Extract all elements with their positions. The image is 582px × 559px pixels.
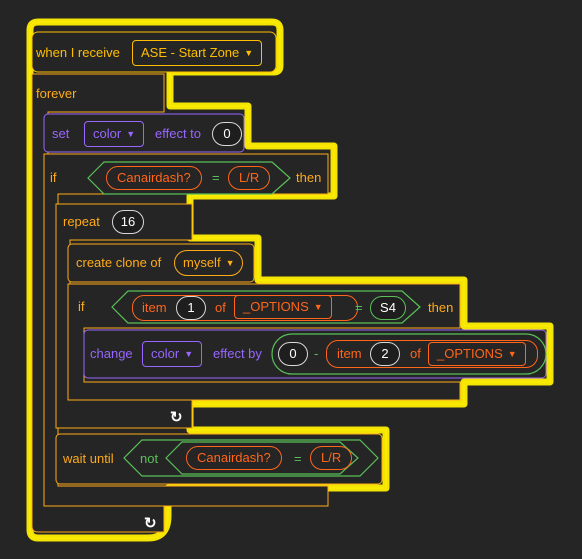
effect-dropdown-value: color [93, 126, 122, 141]
effect-to-label: effect to [155, 126, 202, 141]
list-dropdown[interactable]: _OPTIONS ▼ [428, 342, 526, 366]
chevron-down-icon: ▼ [244, 48, 254, 58]
set-label: set [52, 126, 70, 141]
clone-target-value: myself [183, 255, 221, 270]
equals-label: = [294, 451, 302, 466]
item-index-input[interactable]: 1 [176, 296, 206, 320]
effect-value-input[interactable]: 0 [212, 122, 242, 146]
compare-value-input[interactable]: S4 [370, 296, 406, 320]
of-label: of [215, 300, 226, 315]
then-label: then [428, 300, 454, 315]
then-label: then [296, 170, 322, 185]
wait-until-label: wait until [63, 451, 114, 466]
sensing-canairdash-reporter[interactable]: Canairdash? [106, 166, 202, 190]
create-clone-label: create clone of [76, 255, 162, 270]
minus-label: - [314, 346, 319, 361]
effect-dropdown-value: color [151, 346, 180, 361]
repeat-loop-arrow-icon: ↻ [170, 409, 183, 426]
effect-by-label: effect by [213, 346, 262, 361]
of-label: of [410, 346, 421, 361]
repeat-label: repeat [63, 214, 100, 229]
equals-label: = [212, 170, 220, 185]
clone-target-dropdown[interactable]: myself ▼ [174, 250, 244, 276]
list-dropdown[interactable]: _OPTIONS ▼ [234, 295, 332, 319]
forever-loop-arrow-icon: ↻ [144, 515, 157, 532]
compare-value-input[interactable]: L/R [228, 166, 271, 190]
effect-dropdown[interactable]: color ▼ [84, 121, 145, 147]
item-label: item [337, 346, 362, 361]
inner-if-label: if [78, 299, 85, 314]
chevron-down-icon: ▼ [225, 258, 235, 268]
chevron-down-icon: ▼ [313, 302, 323, 312]
sensing-canairdash-reporter[interactable]: Canairdash? [186, 446, 282, 470]
script-outline [26, 18, 554, 542]
if-label: if [50, 170, 57, 185]
minuend-input[interactable]: 0 [278, 342, 308, 366]
effect-dropdown[interactable]: color ▼ [142, 341, 203, 367]
chevron-down-icon: ▼ [126, 129, 136, 139]
when-i-receive-label: when I receive [36, 45, 120, 60]
item-index-input[interactable]: 2 [370, 342, 400, 366]
equals-label: = [355, 300, 363, 315]
chevron-down-icon: ▼ [507, 349, 517, 359]
message-dropdown-value: ASE - Start Zone [141, 45, 240, 60]
list-dropdown-value: _OPTIONS [243, 299, 309, 314]
item-label: item [142, 300, 167, 315]
compare-value-input[interactable]: L/R [310, 446, 353, 470]
not-label: not [140, 451, 159, 466]
forever-label: forever [36, 86, 77, 101]
repeat-count-input[interactable]: 16 [112, 210, 144, 234]
change-label: change [90, 346, 133, 361]
chevron-down-icon: ▼ [184, 349, 194, 359]
list-dropdown-value: _OPTIONS [437, 346, 503, 361]
message-dropdown[interactable]: ASE - Start Zone ▼ [132, 40, 263, 66]
